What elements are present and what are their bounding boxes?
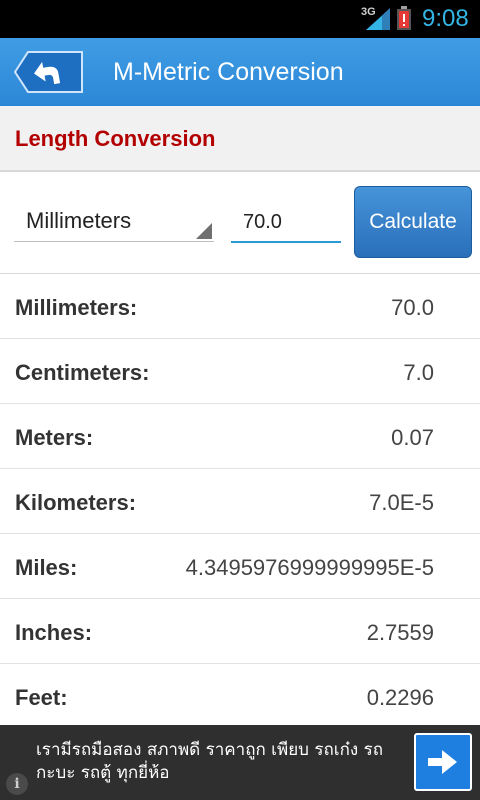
result-value: 0.07 xyxy=(391,425,434,450)
result-row-miles: Miles: 4.3495976999999995E-5 xyxy=(0,534,480,599)
result-label: Miles: xyxy=(15,555,78,580)
app-title: M-Metric Conversion xyxy=(113,58,344,86)
ad-text[interactable]: เรามีรถมือสอง สภาพดี ราคาถูก เพียบ รถเก๋… xyxy=(36,739,406,785)
result-label: Centimeters: xyxy=(15,360,150,385)
result-label: Kilometers: xyxy=(15,490,137,515)
back-button[interactable] xyxy=(13,51,84,93)
result-label: Millimeters: xyxy=(15,295,138,320)
arrow-right-icon xyxy=(428,750,457,774)
result-row-inches: Inches: 2.7559 xyxy=(0,599,480,664)
result-value: 4.3495976999999995E-5 xyxy=(185,555,434,580)
result-row-millimeters: Millimeters: 70.0 xyxy=(0,274,480,339)
result-label: Inches: xyxy=(15,620,93,645)
ad-banner[interactable]: เรามีรถมือสอง สภาพดี ราคาถูก เพียบ รถเก๋… xyxy=(0,725,480,800)
result-label: Meters: xyxy=(15,425,94,450)
result-row-centimeters: Centimeters: 7.0 xyxy=(0,339,480,404)
battery-alert-icon xyxy=(397,6,411,30)
back-arrow-icon xyxy=(13,51,83,93)
results-list: Millimeters: 70.0 Centimeters: 7.0 Meter… xyxy=(0,274,480,729)
dropdown-triangle-icon xyxy=(196,223,212,239)
section-title: Length Conversion xyxy=(15,126,216,151)
status-time: 9:08 xyxy=(422,5,469,32)
result-row-kilometers: Kilometers: 7.0E-5 xyxy=(0,469,480,534)
result-label: Feet: xyxy=(15,685,68,710)
result-row-feet: Feet: 0.2296 xyxy=(0,664,480,729)
status-bar: 3G 9:08 xyxy=(0,0,480,38)
section-header: Length Conversion xyxy=(0,106,480,172)
result-value: 7.0E-5 xyxy=(369,490,434,515)
value-input[interactable] xyxy=(231,203,341,243)
result-row-meters: Meters: 0.07 xyxy=(0,404,480,469)
info-icon[interactable]: i xyxy=(6,773,28,795)
signal-icon xyxy=(366,8,390,30)
result-value: 2.7559 xyxy=(366,620,434,645)
unit-dropdown[interactable]: Millimeters xyxy=(14,200,214,242)
result-value: 0.2296 xyxy=(366,685,434,710)
title-bar: M-Metric Conversion xyxy=(0,38,480,106)
ad-go-button[interactable] xyxy=(414,733,472,791)
unit-dropdown-value: Millimeters xyxy=(26,208,132,233)
calculate-button[interactable]: Calculate xyxy=(354,186,472,258)
result-value: 70.0 xyxy=(391,295,434,320)
result-value: 7.0 xyxy=(403,360,434,385)
